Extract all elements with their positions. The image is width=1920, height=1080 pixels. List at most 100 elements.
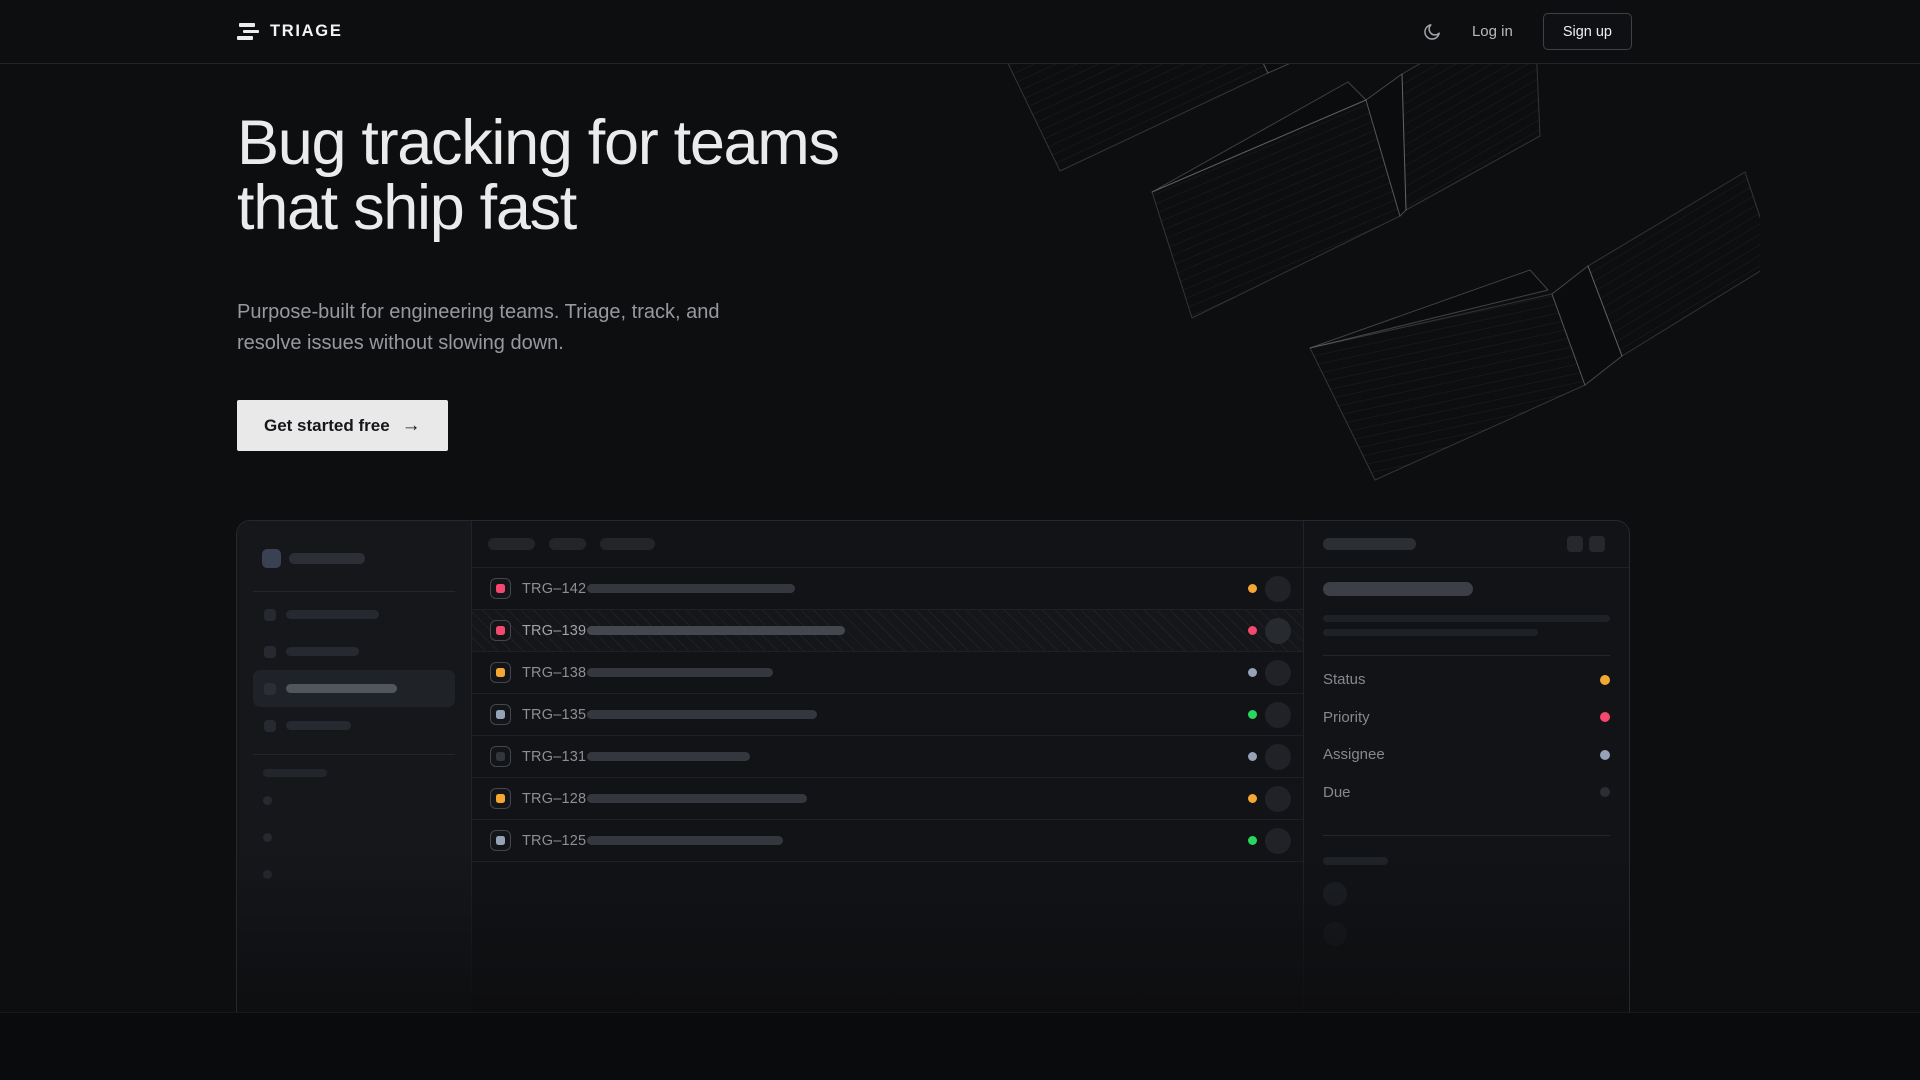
- issue-title-skeleton: [587, 668, 773, 677]
- detail-action-button-skeleton: [1589, 536, 1605, 552]
- issue-assignee-avatar: [1265, 786, 1291, 812]
- triage-logo-icon: [237, 23, 259, 40]
- hero-subtitle: Purpose-built for engineering teams. Tri…: [237, 297, 1920, 359]
- issue-id: TRG–131: [522, 749, 587, 765]
- issue-status-dot: [1248, 794, 1257, 803]
- issue-title-skeleton: [587, 752, 750, 761]
- sidebar-item-icon: [264, 609, 276, 621]
- list-toolbar: [472, 521, 1303, 568]
- issue-title-skeleton: [587, 710, 817, 719]
- issue-row: TRG–135: [472, 694, 1303, 736]
- field-value-dot: [1600, 712, 1610, 722]
- issue-checkbox: [490, 746, 511, 767]
- detail-breadcrumb-skeleton: [1323, 538, 1416, 550]
- issue-assignee-avatar: [1265, 702, 1291, 728]
- field-value-dot: [1600, 675, 1610, 685]
- issue-checkbox: [490, 788, 511, 809]
- issue-title-skeleton: [587, 794, 807, 803]
- activity-label-skeleton: [1323, 857, 1388, 865]
- sidebar-item-skeleton: [286, 721, 351, 730]
- issue-row: TRG–138: [472, 652, 1303, 694]
- issue-detail-pane: Status Priority Assignee Due: [1304, 521, 1630, 1012]
- arrow-right-icon: →: [402, 416, 421, 435]
- hero-content: Bug tracking for teamsthat ship fast Pur…: [237, 64, 1920, 451]
- detail-field-row: Status: [1323, 661, 1610, 699]
- theme-toggle-button[interactable]: [1422, 22, 1442, 42]
- issue-row: TRG–131: [472, 736, 1303, 778]
- get-started-label: Get started free: [264, 416, 390, 436]
- issue-checkbox: [490, 578, 511, 599]
- issue-checkbox: [490, 830, 511, 851]
- detail-fields: Status Priority Assignee Due: [1323, 656, 1610, 816]
- issue-row: TRG–128: [472, 778, 1303, 820]
- issue-status-dot: [1248, 836, 1257, 845]
- workspace-avatar: [262, 549, 281, 568]
- issue-row: TRG–142: [472, 568, 1303, 610]
- detail-description-skeleton: [1323, 615, 1610, 622]
- detail-header: [1304, 521, 1630, 568]
- footer-strip: [0, 1012, 1920, 1080]
- filter-pill-skeleton: [549, 538, 586, 550]
- issue-rows: TRG–142 TRG–139 TRG–138 TRG–135 TRG–131: [472, 568, 1303, 862]
- issue-checkbox-fill: [496, 710, 505, 719]
- login-link[interactable]: Log in: [1472, 23, 1513, 40]
- issue-id: TRG–142: [522, 581, 587, 597]
- issue-checkbox-fill: [496, 668, 505, 677]
- workspace-switcher: [237, 521, 471, 568]
- issue-assignee-avatar: [1265, 660, 1291, 686]
- detail-divider: [1323, 835, 1610, 836]
- sidebar-item-skeleton: [286, 647, 359, 656]
- issue-id: TRG–139: [522, 623, 587, 639]
- issue-checkbox-fill: [496, 836, 505, 845]
- page: TRIAGE Log in Sign up: [0, 0, 1920, 1080]
- issue-row: TRG–139: [472, 610, 1303, 652]
- sidebar-divider: [253, 754, 455, 755]
- issue-assignee-avatar: [1265, 744, 1291, 770]
- detail-body: Status Priority Assignee Due: [1304, 582, 1630, 946]
- sidebar-dot: [263, 833, 272, 842]
- comment-avatar: [1323, 922, 1347, 946]
- issue-status-dot: [1248, 626, 1257, 635]
- field-value-dot: [1600, 787, 1610, 797]
- issue-list-pane: TRG–142 TRG–139 TRG–138 TRG–135 TRG–131: [472, 521, 1304, 1012]
- field-label: Assignee: [1323, 746, 1385, 763]
- brand[interactable]: TRIAGE: [237, 22, 343, 41]
- field-label: Due: [1323, 784, 1351, 801]
- issue-status-dot: [1248, 584, 1257, 593]
- issue-checkbox-fill: [496, 584, 505, 593]
- issue-title-skeleton: [587, 584, 795, 593]
- detail-action-button-skeleton: [1567, 536, 1583, 552]
- field-value-dot: [1600, 750, 1610, 760]
- issue-id: TRG–138: [522, 665, 587, 681]
- detail-field-row: Priority: [1323, 699, 1610, 737]
- detail-field-row: Assignee: [1323, 736, 1610, 774]
- issue-checkbox: [490, 620, 511, 641]
- signup-button[interactable]: Sign up: [1543, 13, 1632, 50]
- issue-status-dot: [1248, 710, 1257, 719]
- issue-status-dot: [1248, 668, 1257, 677]
- sidebar-nav: [237, 592, 471, 744]
- sidebar-item-icon: [264, 720, 276, 732]
- sidebar-item: [253, 633, 455, 670]
- issue-checkbox-fill: [496, 794, 505, 803]
- filter-pill-skeleton: [488, 538, 535, 550]
- issue-id: TRG–135: [522, 707, 587, 723]
- issue-title-skeleton: [587, 836, 783, 845]
- get-started-button[interactable]: Get started free →: [237, 400, 448, 451]
- sidebar-item-skeleton: [286, 610, 379, 619]
- sidebar-item: [253, 596, 455, 633]
- moon-icon: [1422, 22, 1442, 42]
- issue-assignee-avatar: [1265, 828, 1291, 854]
- mockup-sidebar: [237, 521, 472, 1012]
- sidebar-dot: [263, 870, 272, 879]
- sidebar-item: [253, 707, 455, 744]
- issue-title-skeleton: [587, 626, 845, 635]
- sidebar-item-active: [253, 670, 455, 707]
- detail-field-row: Due: [1323, 774, 1610, 812]
- field-label: Priority: [1323, 709, 1370, 726]
- brand-name: TRIAGE: [270, 22, 343, 41]
- nav-actions: Log in Sign up: [1422, 13, 1632, 50]
- hero-title: Bug tracking for teamsthat ship fast: [237, 111, 1920, 241]
- detail-title-skeleton: [1323, 582, 1473, 596]
- issue-status-dot: [1248, 752, 1257, 761]
